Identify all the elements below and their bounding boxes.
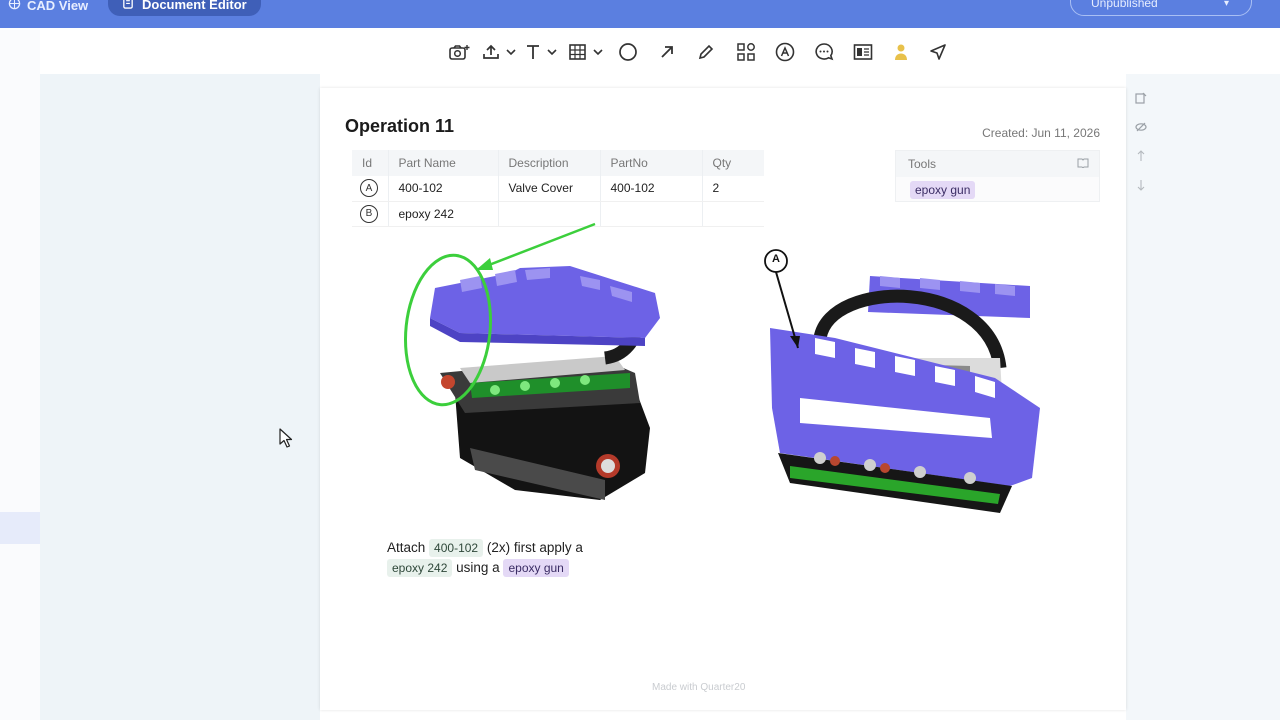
- publish-status-dropdown[interactable]: Unpublished ▾: [1070, 0, 1252, 16]
- publish-status-label: Unpublished: [1091, 0, 1158, 10]
- tools-list: epoxy gun: [896, 177, 1099, 199]
- tab-cad-view[interactable]: CAD View: [8, 0, 88, 16]
- footer-text: Made with Quarter20: [652, 682, 746, 693]
- side-tools: [1134, 92, 1148, 194]
- chevron-down-icon: ▾: [1223, 0, 1229, 9]
- tool-chip[interactable]: epoxy gun: [910, 181, 976, 199]
- tools-box[interactable]: Tools epoxy gun: [895, 150, 1100, 202]
- row-id-cell: A: [352, 176, 388, 202]
- left-panel: [40, 74, 320, 720]
- tab-document-editor[interactable]: Document Editor: [108, 0, 261, 16]
- instruction-text-3: using a: [456, 560, 500, 575]
- tab-document-editor-label: Document Editor: [142, 0, 247, 12]
- table-icon[interactable]: [564, 37, 608, 67]
- made-with-footer: Made with Quarter20: [652, 682, 745, 693]
- part-chip[interactable]: epoxy 242: [387, 559, 453, 577]
- table-header-row: Id Part Name Description PartNo Qty: [352, 150, 764, 176]
- upload-icon[interactable]: [478, 37, 522, 67]
- person-icon[interactable]: [882, 37, 920, 67]
- instruction-text[interactable]: Attach 400-102 (2x) first apply a epoxy …: [387, 538, 647, 578]
- book-icon[interactable]: [1077, 157, 1089, 171]
- camera-plus-icon[interactable]: [440, 37, 478, 67]
- send-icon[interactable]: [920, 37, 956, 67]
- comment-icon[interactable]: [804, 37, 844, 67]
- right-panel: [1126, 74, 1280, 720]
- left-nav-strip: [0, 30, 40, 720]
- left-nav-active-item[interactable]: [0, 512, 40, 544]
- editor-toolbar: [440, 36, 956, 68]
- column-header-part-no: PartNo: [599, 150, 702, 176]
- column-header-qty: Qty: [701, 150, 764, 176]
- description-cell[interactable]: Valve Cover: [497, 176, 600, 202]
- row-id-cell: B: [352, 201, 388, 227]
- table-row[interactable]: A 400-102 Valve Cover 400-102 2: [352, 176, 764, 202]
- move-up-icon[interactable]: [1136, 150, 1146, 165]
- part-no-cell[interactable]: 400-102: [599, 176, 702, 202]
- instruction-text-1: Attach: [387, 540, 426, 555]
- column-header-part-name: Part Name: [387, 150, 498, 176]
- tool-chip[interactable]: epoxy gun: [503, 559, 569, 577]
- engine-render-exploded[interactable]: [400, 218, 700, 508]
- pencil-icon[interactable]: [686, 37, 726, 67]
- tools-header: Tools: [896, 151, 1099, 177]
- id-badge: A: [360, 179, 378, 198]
- part-name-cell[interactable]: 400-102: [387, 176, 498, 202]
- qty-cell[interactable]: 2: [701, 176, 764, 202]
- document-icon: [122, 0, 134, 12]
- document-page: Operation 11 Created: Jun 11, 2026 Id Pa…: [320, 88, 1126, 710]
- tab-cad-view-label: CAD View: [27, 0, 89, 13]
- tools-header-label: Tools: [908, 157, 937, 171]
- layout-icon[interactable]: [844, 37, 882, 67]
- circle-icon[interactable]: [608, 37, 648, 67]
- move-down-icon[interactable]: [1136, 179, 1146, 194]
- cube-icon: [8, 0, 21, 13]
- mouse-cursor-icon: [279, 428, 293, 448]
- id-badge: B: [360, 204, 378, 223]
- part-chip[interactable]: 400-102: [429, 539, 484, 557]
- callout-label-a: A: [772, 253, 780, 265]
- qty-cell[interactable]: [701, 201, 764, 227]
- column-header-id: Id: [352, 150, 388, 176]
- app-header: CAD View Document Editor Unpublished ▾: [0, 0, 1280, 28]
- edit-page-icon[interactable]: [1135, 92, 1147, 107]
- instruction-text-2: (2x) first apply a: [486, 540, 583, 555]
- shapes-icon[interactable]: [726, 37, 766, 67]
- text-icon[interactable]: [522, 37, 564, 67]
- created-date: Created: Jun 11, 2026: [982, 126, 1100, 140]
- hide-icon[interactable]: [1135, 121, 1147, 136]
- page-title[interactable]: Operation 11: [345, 116, 454, 137]
- parts-table[interactable]: Id Part Name Description PartNo Qty A 40…: [352, 150, 764, 227]
- column-header-description: Description: [497, 150, 600, 176]
- engine-render-assembled[interactable]: [760, 248, 1050, 523]
- label-a-icon[interactable]: [766, 37, 804, 67]
- arrow-icon[interactable]: [648, 37, 686, 67]
